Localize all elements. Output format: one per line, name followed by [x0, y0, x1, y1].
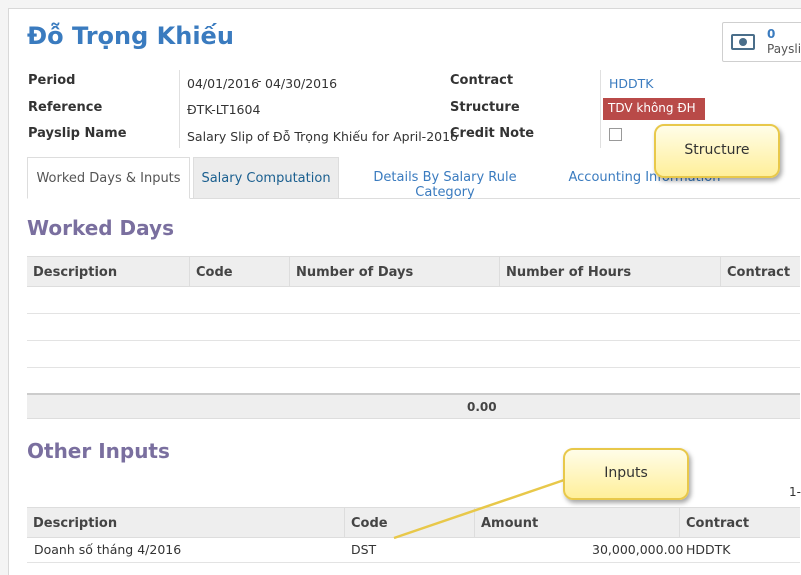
- col-contract[interactable]: Contract: [720, 257, 800, 286]
- table-row-empty: [27, 314, 800, 341]
- worked-days-footer: 0.00: [27, 393, 800, 419]
- structure-value[interactable]: TDV không ĐH: [603, 98, 705, 120]
- period-separator: -: [257, 73, 262, 88]
- credit-note-checkbox[interactable]: [609, 128, 622, 141]
- field-separator: [179, 70, 180, 148]
- other-inputs-title: Other Inputs: [27, 439, 170, 463]
- tab-salary-computation[interactable]: Salary Computation: [193, 157, 339, 199]
- table-row-empty: [27, 341, 800, 368]
- structure-callout: Structure: [654, 124, 780, 178]
- credit-note-label: Credit Note: [450, 126, 535, 141]
- period-date-from[interactable]: 04/01/2016: [187, 76, 259, 91]
- money-icon: [731, 34, 755, 50]
- contract-label: Contract: [450, 73, 514, 88]
- col-contract[interactable]: Contract: [679, 508, 800, 537]
- input-code: DST: [351, 542, 377, 557]
- input-description: Doanh số tháng 4/2016: [34, 542, 182, 557]
- tab-worked-days-inputs[interactable]: Worked Days & Inputs: [27, 157, 190, 199]
- worked-days-title: Worked Days: [27, 216, 174, 240]
- field-separator-right: [600, 70, 601, 148]
- payslips-smart-button[interactable]: 0 Payslip: [722, 22, 801, 62]
- reference-label: Reference: [28, 100, 103, 115]
- payslip-name-label: Payslip Name: [28, 126, 127, 141]
- col-code[interactable]: Code: [189, 257, 289, 286]
- col-description[interactable]: Description: [27, 257, 189, 286]
- contract-link[interactable]: HDDTK: [609, 76, 653, 91]
- col-number-of-days[interactable]: Number of Days: [289, 257, 499, 286]
- payslip-count: 0: [767, 27, 776, 41]
- period-label: Period: [28, 73, 76, 88]
- table-row-empty: [27, 287, 800, 314]
- worked-days-header: Description Code Number of Days Number o…: [27, 256, 800, 287]
- structure-label: Structure: [450, 100, 520, 115]
- period-date-to[interactable]: 04/30/2016: [265, 76, 337, 91]
- payslip-name-value[interactable]: Salary Slip of Đỗ Trọng Khiếu for April-…: [187, 129, 458, 144]
- employee-name-title: Đỗ Trọng Khiếu: [27, 22, 234, 50]
- col-description[interactable]: Description: [27, 508, 344, 537]
- input-contract: HDDTK: [686, 542, 731, 557]
- pager[interactable]: 1-: [789, 485, 801, 499]
- col-number-of-hours[interactable]: Number of Hours: [499, 257, 720, 286]
- total-days: 0.00: [467, 400, 497, 414]
- reference-value[interactable]: ĐTK-LT1604: [187, 102, 260, 117]
- table-row-empty: [27, 368, 800, 395]
- input-amount: 30,000,000.00: [592, 542, 684, 557]
- payslip-label: Payslip: [767, 42, 801, 56]
- inputs-callout-pointer: [393, 476, 571, 540]
- inputs-callout: Inputs: [563, 448, 689, 500]
- tab-details-by-salary-rule-category[interactable]: Details By Salary Rule Category: [343, 157, 547, 200]
